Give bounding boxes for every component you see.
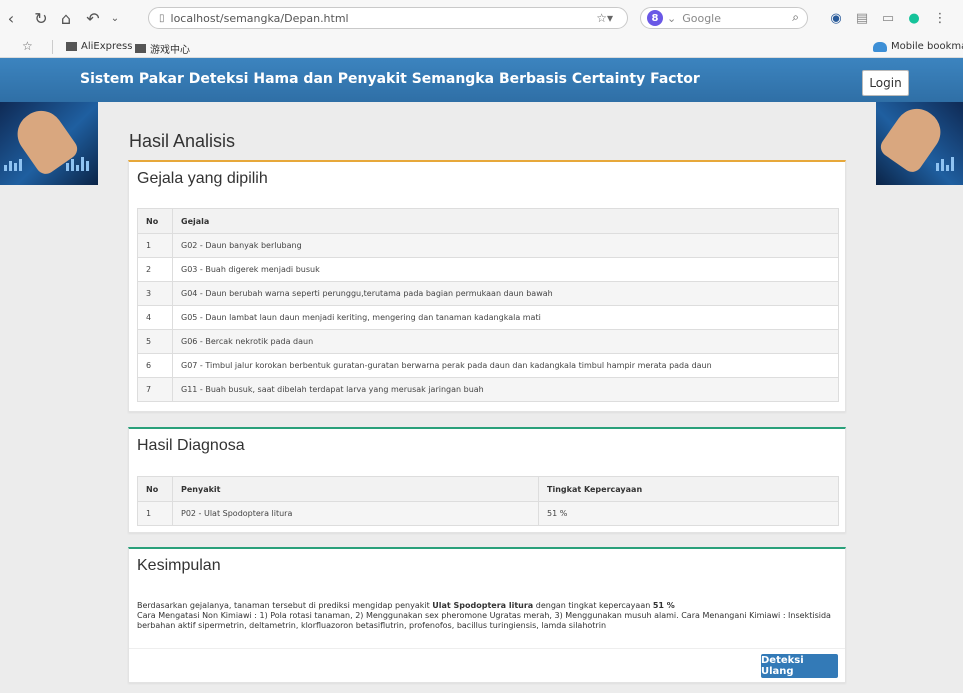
undo-icon[interactable]: ↶ — [82, 7, 104, 29]
mobile-bookmarks[interactable]: Mobile bookmark — [873, 41, 963, 52]
banner-image-left — [0, 102, 98, 185]
symptom-cell: G03 - Buah digerek menjadi busuk — [172, 257, 839, 282]
table-row: 6 G07 - Timbul jalur korokan berbentuk g… — [137, 353, 839, 378]
bookmark-game-center[interactable]: 游戏中心 — [135, 41, 190, 56]
address-url: localhost/semangka/Depan.html — [170, 11, 349, 25]
table-row: 5 G06 - Bercak nekrotik pada daun — [137, 329, 839, 354]
back-icon[interactable]: ‹ — [0, 7, 22, 29]
symptoms-table: No Gejala 1 G02 - Daun banyak berlubang … — [137, 208, 839, 402]
row-number: 3 — [137, 281, 173, 306]
conclusion-panel: Kesimpulan Berdasarkan gejalanya, tanama… — [128, 547, 846, 683]
redo-detection-button[interactable]: Deteksi Ulang — [761, 654, 838, 678]
search-placeholder: Google — [682, 11, 722, 25]
column-header: Tingkat Kepercayaan — [538, 476, 839, 502]
table-row: 3 G04 - Daun berubah warna seperti perun… — [137, 281, 839, 306]
divider — [129, 648, 845, 649]
conclusion-intro: Berdasarkan gejalanya, tanaman tersebut … — [137, 601, 433, 610]
symptom-cell: G11 - Buah busuk, saat dibelah terdapat … — [172, 377, 839, 402]
page-icon: ▯ — [159, 12, 165, 24]
table-header-row: No Gejala — [137, 208, 839, 234]
table-header-row: No Penyakit Tingkat Kepercayaan — [137, 476, 839, 502]
home-icon[interactable]: ⌂ — [55, 7, 77, 29]
chart-decoration — [66, 157, 89, 171]
column-header: Penyakit — [172, 476, 539, 502]
folder-icon — [66, 42, 77, 51]
bookmarks-bar: ☆ AliExpress 游戏中心 Mobile bookmark — [0, 36, 963, 58]
login-button[interactable]: Login — [862, 70, 909, 96]
table-row: 7 G11 - Buah busuk, saat dibelah terdapa… — [137, 377, 839, 402]
conclusion-text: Berdasarkan gejalanya, tanaman tersebut … — [137, 601, 841, 631]
chart-decoration — [4, 159, 22, 171]
conclusion-mid: dengan tingkat kepercayaan — [533, 601, 653, 610]
row-number: 5 — [137, 329, 173, 354]
reload-icon[interactable]: ↻ — [30, 7, 52, 29]
bookmark-star-icon[interactable]: ☆ — [22, 39, 33, 53]
row-number: 4 — [137, 305, 173, 330]
treatment-text: Cara Mengatasi Non Kimiawi : 1) Pola rot… — [137, 611, 831, 630]
reader-icon[interactable]: ▭ — [880, 10, 896, 26]
conclusion-title: Kesimpulan — [137, 557, 221, 574]
divider — [52, 40, 53, 54]
table-row: 1 G02 - Daun banyak berlubang — [137, 233, 839, 258]
diagnosis-title: Hasil Diagnosa — [137, 437, 245, 454]
column-header: No — [137, 208, 173, 234]
symptoms-title: Gejala yang dipilih — [137, 170, 268, 187]
banner-image-right — [876, 102, 963, 185]
table-row: 2 G03 - Buah digerek menjadi busuk — [137, 257, 839, 282]
symptom-cell: G07 - Timbul jalur korokan berbentuk gur… — [172, 353, 839, 378]
grammarly-icon[interactable]: ● — [906, 10, 922, 26]
extension-icon[interactable]: ◉ — [828, 10, 844, 26]
symptom-cell: G06 - Bercak nekrotik pada daun — [172, 329, 839, 354]
bookmark-label: AliExpress — [81, 41, 133, 52]
table-row: 4 G05 - Daun lambat laun daun menjadi ke… — [137, 305, 839, 330]
bookmark-label: 游戏中心 — [150, 45, 190, 56]
diagnosis-table: No Penyakit Tingkat Kepercayaan 1 P02 - … — [137, 476, 839, 526]
page-title: Hasil Analisis — [129, 131, 236, 151]
disease-cell: P02 - Ulat Spodoptera litura — [172, 501, 539, 526]
predicted-confidence: 51 % — [652, 601, 675, 610]
bookmark-aliexpress[interactable]: AliExpress — [66, 41, 132, 52]
chevron-down-icon: ⌄ — [667, 11, 677, 25]
column-header: Gejala — [172, 208, 839, 234]
predicted-disease: Ulat Spodoptera litura — [432, 601, 534, 610]
menu-icon[interactable]: ⋮ — [932, 10, 948, 26]
column-header: No — [137, 476, 173, 502]
extension-icons: ◉ ▤ ▭ ● ⋮ — [828, 10, 948, 26]
browser-toolbar: ‹ ↻ ⌂ ↶ ⌄ ▯ localhost/semangka/Depan.htm… — [0, 0, 963, 36]
bookmark-star-icon[interactable]: ☆▾ — [596, 11, 613, 25]
confidence-cell: 51 % — [538, 501, 839, 526]
cloud-folder-icon — [873, 41, 887, 52]
row-number: 1 — [137, 233, 173, 258]
symptom-cell: G02 - Daun banyak berlubang — [172, 233, 839, 258]
table-row: 1 P02 - Ulat Spodoptera litura 51 % — [137, 501, 839, 526]
web-page: Sistem Pakar Deteksi Hama dan Penyakit S… — [0, 58, 963, 693]
dropdown-icon[interactable]: ⌄ — [104, 7, 126, 29]
search-box[interactable]: 8 ⌄ Google ⌕ — [640, 7, 808, 29]
site-title: Sistem Pakar Deteksi Hama dan Penyakit S… — [80, 71, 700, 87]
symptoms-panel: Gejala yang dipilih No Gejala 1 G02 - Da… — [128, 160, 846, 412]
symptom-cell: G05 - Daun lambat laun daun menjadi keri… — [172, 305, 839, 330]
site-header: Sistem Pakar Deteksi Hama dan Penyakit S… — [0, 58, 963, 102]
address-bar[interactable]: ▯ localhost/semangka/Depan.html ☆▾ — [148, 7, 628, 29]
diagnosis-panel: Hasil Diagnosa No Penyakit Tingkat Keper… — [128, 427, 846, 533]
mobile-bookmarks-label: Mobile bookmark — [891, 41, 963, 52]
search-engine-badge: 8 — [647, 10, 663, 26]
symptom-cell: G04 - Daun berubah warna seperti perungg… — [172, 281, 839, 306]
row-number: 6 — [137, 353, 173, 378]
search-icon[interactable]: ⌕ — [792, 10, 799, 25]
notes-icon[interactable]: ▤ — [854, 10, 870, 26]
row-number: 7 — [137, 377, 173, 402]
chart-decoration — [936, 157, 954, 171]
row-number: 1 — [137, 501, 173, 526]
row-number: 2 — [137, 257, 173, 282]
folder-icon — [135, 44, 146, 53]
